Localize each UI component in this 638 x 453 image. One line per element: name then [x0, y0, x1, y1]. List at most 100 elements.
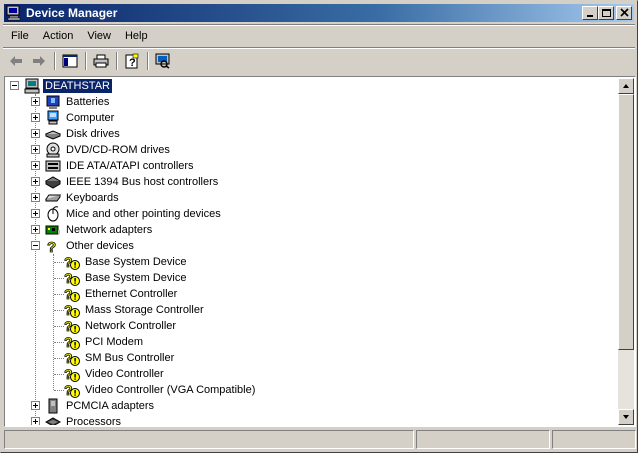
status-pane-3: [552, 430, 636, 449]
expand-toggle[interactable]: [31, 417, 40, 425]
show-hide-console-tree-button[interactable]: [59, 51, 81, 71]
collapse-toggle[interactable]: [10, 81, 19, 90]
tree-category-row[interactable]: PCMCIA adapters: [31, 398, 156, 414]
tree-device-row[interactable]: ? Base System Device: [64, 254, 188, 271]
tree-device-row[interactable]: ? Ethernet Controller: [64, 286, 179, 303]
scan-hardware-icon: [155, 53, 170, 69]
keyboard-icon: [45, 190, 61, 206]
tree-category-row[interactable]: DVD/CD-ROM drives: [31, 142, 172, 158]
expand-toggle[interactable]: [31, 193, 40, 202]
close-icon: [620, 8, 629, 20]
expand-toggle[interactable]: [31, 97, 40, 106]
tree-line: [54, 374, 64, 375]
disk-drive-icon: [44, 126, 62, 142]
tree-device-row[interactable]: ? Video Controller (VGA Compatible): [64, 382, 257, 399]
tree-category-row[interactable]: IDE ATA/ATAPI controllers: [31, 158, 196, 174]
expand-toggle[interactable]: [31, 129, 40, 138]
battery-icon: [45, 94, 61, 110]
toolbar-separator: [85, 52, 87, 70]
tree-device-row[interactable]: ? Base System Device: [64, 270, 188, 287]
device-tree-content: DEATHSTAR Batteries Computer Disk drives DV…: [6, 78, 619, 425]
tree-line: [54, 342, 64, 343]
tree-device-row[interactable]: ? Network Controller: [64, 318, 178, 335]
vertical-scrollbar[interactable]: [618, 78, 634, 425]
forward-button[interactable]: [28, 51, 50, 71]
scroll-thumb[interactable]: [618, 94, 634, 350]
expand-toggle[interactable]: [31, 113, 40, 122]
tree-category-row[interactable]: Batteries: [31, 94, 111, 110]
warning-device-icon: ?: [64, 350, 80, 366]
tree-category-row[interactable]: IEEE 1394 Bus host controllers: [31, 174, 220, 190]
tree-device-label: PCI Modem: [85, 336, 144, 348]
tree-device-label: Video Controller (VGA Compatible): [85, 384, 256, 396]
expand-toggle[interactable]: [31, 401, 40, 410]
status-pane-2: [416, 430, 550, 449]
collapse-toggle[interactable]: [31, 241, 40, 250]
expand-toggle[interactable]: [31, 145, 40, 154]
properties-help-icon: ?: [125, 53, 139, 69]
tree-line: [54, 310, 64, 311]
tree-device-row[interactable]: ? Mass Storage Controller: [64, 302, 206, 319]
tree-device-row[interactable]: ? SM Bus Controller: [64, 350, 176, 367]
minimize-button[interactable]: [582, 6, 598, 20]
print-button[interactable]: [90, 51, 112, 71]
tree-category-label: Processors: [66, 416, 122, 425]
tree-device-row[interactable]: ? Video Controller: [64, 366, 166, 383]
tree-root[interactable]: DEATHSTAR: [10, 78, 112, 94]
tree-category-label: DVD/CD-ROM drives: [66, 144, 170, 156]
device-tree[interactable]: DEATHSTAR Batteries Computer Disk drives DV…: [4, 76, 636, 427]
scan-hardware-button[interactable]: [152, 51, 174, 71]
root-computer-label: DEATHSTAR: [43, 79, 112, 93]
tree-category-row[interactable]: ? Other devices: [31, 238, 136, 256]
menu-help[interactable]: Help: [119, 28, 154, 44]
title-bar[interactable]: Device Manager: [4, 4, 634, 22]
tree-category-label: Disk drives: [66, 128, 120, 140]
minimize-icon: [587, 15, 593, 17]
menu-view[interactable]: View: [81, 28, 117, 44]
tree-device-label: Base System Device: [85, 272, 187, 284]
tree-device-row[interactable]: ? PCI Modem: [64, 334, 145, 351]
status-pane-main: [4, 430, 414, 449]
warning-device-icon: ?: [64, 254, 80, 270]
pcmcia-icon: [45, 398, 61, 414]
back-button[interactable]: [5, 51, 27, 71]
tree-device-label: Mass Storage Controller: [85, 304, 204, 316]
tree-line: [54, 326, 64, 327]
tree-category-row[interactable]: Computer: [31, 110, 116, 126]
scroll-down-button[interactable]: [618, 409, 634, 425]
warning-device-icon: ?: [64, 286, 80, 302]
tree-category-row[interactable]: Network adapters: [31, 222, 154, 238]
print-icon: [93, 54, 109, 68]
tree-device-label: Video Controller: [85, 368, 164, 380]
properties-help-button[interactable]: ?: [121, 51, 143, 71]
scroll-up-arrow-icon: [623, 84, 629, 88]
scroll-up-button[interactable]: [618, 78, 634, 94]
tree-category-row[interactable]: Mice and other pointing devices: [31, 206, 223, 222]
close-button[interactable]: [616, 6, 632, 20]
tree-category-label: Computer: [66, 112, 115, 124]
svg-text:?: ?: [47, 239, 56, 254]
status-bar: [4, 430, 636, 449]
warning-device-icon: ?: [64, 334, 80, 350]
tree-line: [54, 390, 64, 391]
toolbar-separator: [147, 52, 149, 70]
device-manager-window: Device Manager File Action View Help ? D…: [0, 0, 638, 453]
tree-device-label: Base System Device: [85, 256, 187, 268]
scroll-down-arrow-icon: [623, 415, 629, 419]
tree-category-row[interactable]: Keyboards: [31, 190, 121, 206]
ieee1394-icon: [44, 174, 62, 190]
tree-category-row[interactable]: Processors: [31, 414, 123, 425]
maximize-button[interactable]: [598, 6, 614, 20]
menu-action[interactable]: Action: [37, 28, 80, 44]
expand-toggle[interactable]: [31, 225, 40, 234]
toolbar-separator: [54, 52, 56, 70]
svg-text:?: ?: [129, 57, 136, 69]
expand-toggle[interactable]: [31, 209, 40, 218]
expand-toggle[interactable]: [31, 161, 40, 170]
network-adapter-icon: [45, 222, 61, 238]
expand-toggle[interactable]: [31, 177, 40, 186]
tree-category-row[interactable]: Disk drives: [31, 126, 122, 142]
menu-file[interactable]: File: [5, 28, 35, 44]
tree-category-label: IEEE 1394 Bus host controllers: [66, 176, 219, 188]
processor-icon: [44, 414, 62, 425]
